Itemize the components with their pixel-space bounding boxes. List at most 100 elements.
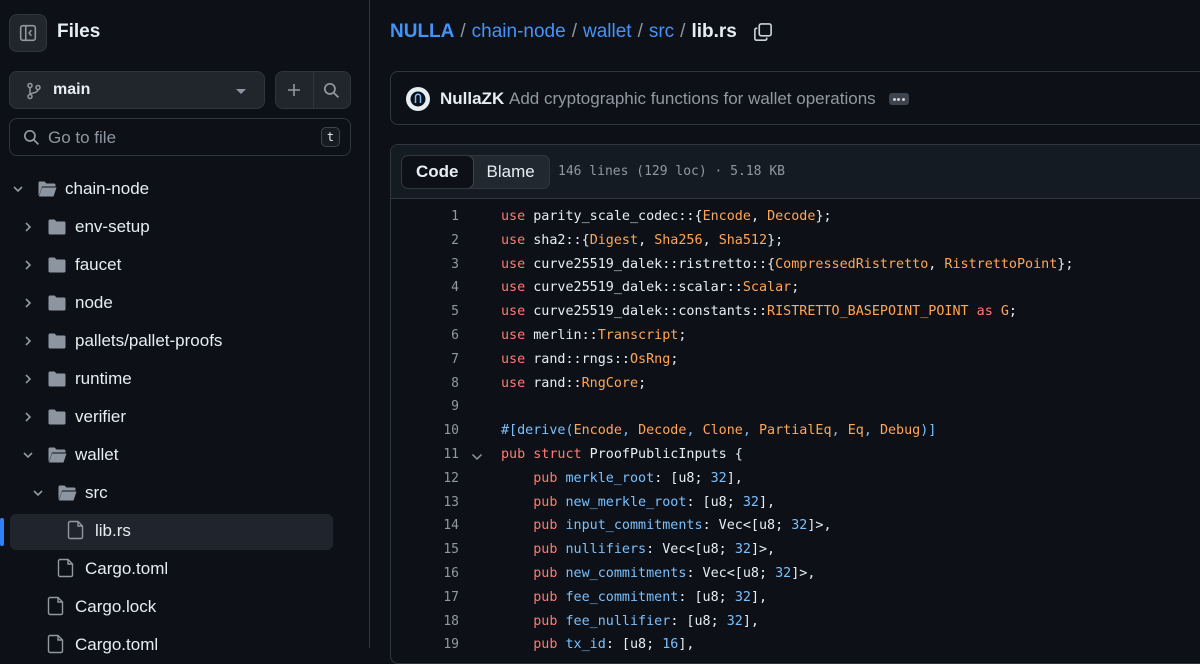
tree-folder-row[interactable]: runtime bbox=[0, 362, 369, 396]
line-number[interactable]: 12 bbox=[391, 471, 459, 486]
tab-blame[interactable]: Blame bbox=[473, 156, 549, 188]
code-token: ; bbox=[791, 280, 800, 296]
line-number[interactable]: 11 bbox=[391, 447, 459, 462]
code-token: Encode bbox=[573, 423, 622, 439]
code-token: CompressedRistretto bbox=[775, 256, 929, 272]
chevron-right-icon[interactable] bbox=[22, 221, 34, 233]
line-number[interactable]: 8 bbox=[391, 376, 459, 391]
code-token: merlin:: bbox=[525, 328, 598, 343]
code-token: RISTRETTO_BASEPOINT_POINT bbox=[767, 304, 969, 320]
line-number[interactable]: 4 bbox=[391, 280, 459, 295]
line-number[interactable]: 10 bbox=[391, 423, 459, 438]
tree-item-label: faucet bbox=[75, 255, 122, 274]
chevron-down-icon[interactable] bbox=[22, 449, 34, 461]
chevron-right-icon[interactable] bbox=[22, 259, 34, 271]
line-number[interactable]: 1 bbox=[391, 209, 459, 224]
code-token: 32 bbox=[710, 470, 727, 486]
chevron-down-icon[interactable] bbox=[32, 487, 44, 499]
tab-code[interactable]: Code bbox=[401, 156, 474, 188]
line-number[interactable]: 6 bbox=[391, 328, 459, 343]
code-token: , bbox=[750, 209, 768, 224]
commit-message-link[interactable]: Add cryptographic functions for wallet o… bbox=[509, 89, 876, 109]
collapse-sidebar-button[interactable] bbox=[9, 14, 47, 52]
line-number[interactable]: 18 bbox=[391, 614, 459, 629]
code-token: ; bbox=[638, 375, 647, 391]
line-number[interactable]: 3 bbox=[391, 257, 459, 272]
folder-open-icon bbox=[38, 181, 57, 197]
tree-folder-row[interactable]: verifier bbox=[0, 400, 369, 434]
tree-folder-row[interactable]: wallet bbox=[0, 438, 369, 472]
code-token: pub bbox=[501, 447, 526, 462]
code-token: as bbox=[976, 304, 993, 320]
author-avatar[interactable] bbox=[406, 87, 430, 111]
tree-folder-row[interactable]: faucet bbox=[0, 248, 369, 282]
chevron-right-icon[interactable] bbox=[22, 297, 34, 309]
tree-folder-row[interactable]: pallets/pallet-proofs bbox=[0, 324, 369, 358]
file-header: Code Blame 146 lines (129 loc) · 5.18 KB bbox=[391, 145, 1200, 199]
code-line: 16 pub new_commitments: Vec<[u8; 32]>, bbox=[391, 564, 1200, 588]
tree-item-label: Cargo.toml bbox=[75, 635, 159, 654]
line-number[interactable]: 9 bbox=[391, 399, 459, 414]
line-number[interactable]: 5 bbox=[391, 304, 459, 319]
code-line: 7 use rand::rngs::OsRng; bbox=[391, 350, 1200, 374]
breadcrumb-link-src[interactable]: src bbox=[649, 21, 674, 43]
code-token: , bbox=[702, 232, 719, 248]
tree-file-row[interactable]: Cargo.toml bbox=[0, 628, 369, 662]
tree-item-label: pallets/pallet-proofs bbox=[75, 331, 223, 350]
tree-folder-row[interactable]: env-setup bbox=[0, 210, 369, 244]
chevron-right-icon[interactable] bbox=[22, 335, 34, 347]
tree-folder-row[interactable]: src bbox=[0, 476, 369, 510]
breadcrumb-root-link[interactable]: NULLA bbox=[390, 21, 454, 43]
code-line: 10 #[derive(Encode, Decode, Clone, Partia… bbox=[391, 421, 1200, 445]
tree-file-row[interactable]: Cargo.lock bbox=[0, 590, 369, 624]
code-token: 16 bbox=[662, 637, 679, 653]
file-icon bbox=[47, 596, 64, 616]
line-number[interactable]: 14 bbox=[391, 518, 459, 533]
chevron-down-icon[interactable] bbox=[12, 183, 24, 195]
folder-open-icon bbox=[58, 485, 77, 501]
line-number[interactable]: 17 bbox=[391, 590, 459, 605]
tree-file-row[interactable]: lib.rs bbox=[0, 514, 369, 550]
tree-folder-row[interactable]: chain-node bbox=[0, 172, 369, 206]
code-token: use bbox=[501, 351, 526, 367]
add-file-button[interactable] bbox=[276, 72, 313, 108]
chevron-right-icon[interactable] bbox=[22, 373, 34, 385]
tree-folder-row[interactable]: node bbox=[0, 286, 369, 320]
folder-open-icon bbox=[48, 447, 67, 463]
go-to-file-input[interactable]: Go to file t bbox=[9, 118, 351, 156]
code-token: , bbox=[621, 423, 639, 439]
breadcrumb-separator: / bbox=[680, 21, 686, 42]
code-token: ]>, bbox=[750, 542, 776, 558]
line-number[interactable]: 13 bbox=[391, 495, 459, 510]
commit-details-toggle[interactable] bbox=[889, 93, 909, 105]
commit-author-link[interactable]: NullaZK bbox=[440, 89, 504, 109]
line-number[interactable]: 16 bbox=[391, 566, 459, 581]
line-number[interactable]: 2 bbox=[391, 233, 459, 248]
latest-commit-bar: NullaZK Add cryptographic functions for … bbox=[390, 71, 1200, 125]
code-token: Debug bbox=[879, 423, 921, 439]
fold-chevron-icon[interactable] bbox=[471, 452, 483, 462]
tree-item-label: src bbox=[85, 483, 108, 502]
breadcrumb-link-wallet[interactable]: wallet bbox=[583, 21, 632, 43]
code-token: ; bbox=[678, 328, 687, 343]
branch-selector[interactable]: main bbox=[9, 71, 265, 109]
chevron-right-icon[interactable] bbox=[22, 411, 34, 423]
line-number[interactable]: 19 bbox=[391, 637, 459, 652]
tree-file-row[interactable]: Cargo.toml bbox=[0, 552, 369, 586]
code-token: ], bbox=[750, 589, 768, 605]
copy-path-button[interactable] bbox=[753, 22, 773, 42]
search-files-button[interactable] bbox=[312, 72, 351, 108]
code-line: 4 use curve25519_dalek::scalar::Scalar; bbox=[391, 278, 1200, 302]
code-token: Sha512 bbox=[718, 232, 768, 248]
breadcrumb-link-chain-node[interactable]: chain-node bbox=[472, 21, 566, 43]
line-number[interactable]: 15 bbox=[391, 542, 459, 557]
line-number[interactable]: 7 bbox=[391, 352, 459, 367]
breadcrumb-separator: / bbox=[571, 21, 577, 42]
